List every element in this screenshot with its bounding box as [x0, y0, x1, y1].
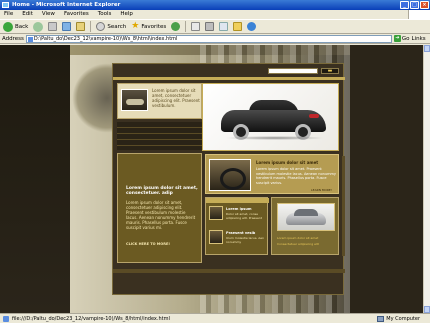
feature-more-link[interactable]: CLICK HERE TO MORE! — [126, 242, 170, 246]
media-icon[interactable] — [171, 22, 181, 31]
silver-car-box: Lorem ipsum dolor sit amet Consectetuer … — [271, 197, 339, 255]
favorites-label: Favorites — [141, 23, 167, 30]
menu-tools[interactable]: Tools — [98, 10, 112, 19]
messenger-icon[interactable] — [247, 22, 257, 31]
silver-car-link-1[interactable]: Lorem ipsum dolor sit amet — [277, 236, 337, 240]
menu-favorites[interactable]: Favorites — [64, 10, 89, 19]
page-status-icon — [3, 315, 9, 322]
search-label: Search — [107, 23, 127, 30]
menu-edit[interactable]: Edit — [22, 10, 33, 19]
back-button[interactable]: Back — [3, 21, 29, 32]
small-news-title-2[interactable]: Praesent vesib — [226, 231, 255, 235]
intro-box: Lorem ipsum dolor sit amet, consectetuer… — [117, 83, 202, 119]
print-icon[interactable] — [205, 22, 215, 31]
steering-wheel-image — [209, 159, 251, 191]
back-label: Back — [15, 23, 29, 30]
refresh-icon[interactable] — [62, 22, 72, 31]
silver-car-link-2[interactable]: Consectetuer adipiscing elit — [277, 242, 337, 246]
side-vertical-bar — [342, 156, 345, 256]
small-news-thumbnail — [209, 206, 223, 220]
address-value: D:\Paltu_do\Dec23_12\vampire-10)\Ws_8\ht… — [33, 35, 178, 42]
small-news-title-1[interactable]: Lorem ipsum — [226, 207, 252, 211]
address-input[interactable]: D:\Paltu_do\Dec23_12\vampire-10)\Ws_8\ht… — [25, 34, 392, 43]
security-zone: My Computer — [377, 315, 430, 322]
feature-text: Lorem ipsum dolor sit amet, consectetuer… — [126, 200, 196, 230]
intro-text: Lorem ipsum dolor sit amet, consectetuer… — [152, 88, 200, 108]
computer-icon — [377, 315, 385, 322]
search-button[interactable]: Search — [96, 22, 126, 31]
links-button[interactable]: Links — [412, 36, 426, 42]
standard-toolbar: Back Search ★ Favorites — [0, 19, 430, 34]
site-search-input[interactable] — [268, 68, 318, 74]
go-button[interactable]: ➜ Go — [393, 35, 410, 42]
small-news-text-1: Dolor sit amet, conse adipiscing elit. P… — [226, 212, 262, 220]
news-text: Lorem ipsum dolor sit amet. Praesent ves… — [256, 167, 336, 185]
background-right — [350, 45, 423, 313]
ie-icon — [2, 2, 9, 8]
window-controls: _ □ × — [400, 1, 429, 9]
toolbar-separator — [90, 21, 92, 32]
menu-bar: File Edit View Favorites Tools Help — [0, 10, 430, 19]
page-viewport: ▬ Lorem ipsum dolor sit amet, consectetu… — [0, 45, 423, 313]
scroll-up-arrow-icon[interactable] — [424, 45, 430, 52]
feature-title: Lorem ipsum dolor sit amet, consectetuer… — [126, 186, 198, 196]
learn-more-link[interactable]: LEARN MORE! — [311, 188, 332, 192]
windows-logo-icon — [408, 10, 430, 19]
address-label: Address — [2, 35, 24, 42]
favorites-button[interactable]: ★ Favorites — [131, 22, 166, 31]
window-title: Home - Microsoft Internet Explorer — [12, 2, 121, 8]
stop-icon[interactable] — [48, 22, 58, 31]
go-label: Go — [401, 35, 410, 42]
scroll-down-arrow-icon[interactable] — [424, 306, 430, 313]
small-news-text-2: Ulum molestie lacus. Aen nonummy — [226, 236, 265, 244]
minimize-button[interactable]: _ — [400, 1, 409, 9]
toolbar-separator — [185, 21, 187, 32]
nav-lines — [117, 122, 202, 150]
news-box: Lorem ipsum dolor sit amet Lorem ipsum d… — [205, 154, 339, 194]
small-news-strip — [206, 198, 269, 203]
window-titlebar: Home - Microsoft Internet Explorer _ □ × — [0, 0, 430, 10]
hero-car-image — [202, 83, 339, 151]
site-nav-strip — [113, 77, 345, 80]
status-bar: file:///D:/Paltu_do/Dec23_12/vampire-10)… — [0, 313, 430, 323]
menu-view[interactable]: View — [42, 10, 55, 19]
site-template: ▬ Lorem ipsum dolor sit amet, consectetu… — [112, 63, 345, 295]
edit-icon[interactable] — [219, 22, 229, 31]
address-bar: Address D:\Paltu_do\Dec23_12\vampire-10)… — [0, 34, 430, 44]
status-text: file:///D:/Paltu_do/Dec23_12/vampire-10)… — [12, 315, 170, 322]
vertical-scrollbar[interactable] — [423, 45, 430, 313]
background-left — [0, 45, 70, 313]
menu-help[interactable]: Help — [120, 10, 133, 19]
zone-label: My Computer — [386, 315, 420, 322]
page-icon — [27, 36, 33, 42]
forward-button[interactable] — [33, 21, 44, 32]
forward-arrow-icon — [33, 21, 44, 32]
menu-file[interactable]: File — [4, 10, 13, 19]
site-search-button[interactable]: ▬ — [321, 68, 339, 74]
site-footer-bar — [113, 269, 345, 273]
go-arrow-icon: ➜ — [393, 35, 401, 42]
small-news-box: Lorem ipsum Dolor sit amet, conse adipis… — [205, 197, 269, 255]
intro-car-thumbnail — [121, 89, 148, 111]
star-icon: ★ — [131, 21, 140, 31]
news-title: Lorem ipsum dolor sit amet — [256, 160, 319, 165]
silver-car-image — [277, 203, 335, 231]
close-button[interactable]: × — [420, 1, 429, 9]
mail-icon[interactable] — [191, 22, 201, 31]
folder-icon[interactable] — [233, 22, 243, 31]
small-news-thumbnail — [209, 230, 223, 244]
feature-box: Lorem ipsum dolor sit amet, consectetuer… — [117, 153, 202, 263]
search-icon — [96, 22, 106, 31]
maximize-button[interactable]: □ — [410, 1, 419, 9]
back-arrow-icon — [3, 21, 13, 32]
home-icon[interactable] — [76, 22, 86, 31]
sports-car-image — [221, 98, 326, 140]
